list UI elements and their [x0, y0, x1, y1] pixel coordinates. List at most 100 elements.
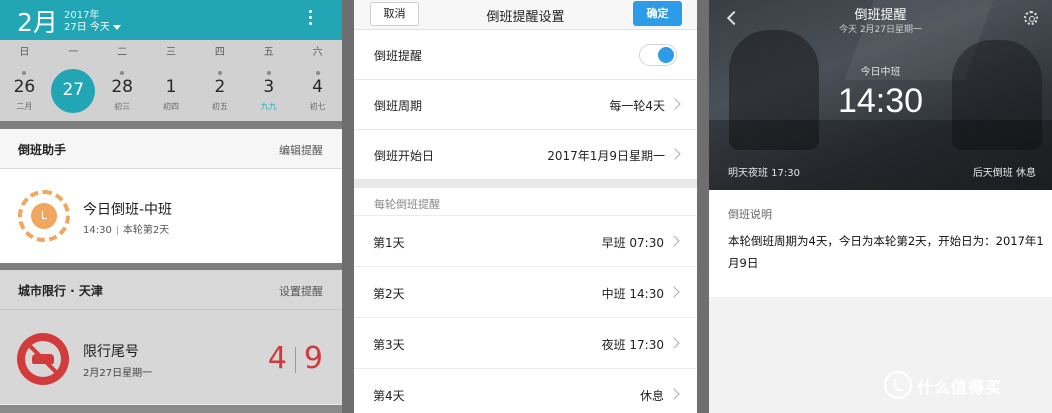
shift-section-title: 倒班助手 [18, 143, 67, 157]
traffic-section-header: 城市限行 · 天津 设置提醒 [0, 270, 342, 310]
toggle-knob [658, 47, 674, 63]
gear-icon[interactable] [1024, 11, 1038, 25]
shift-description-card: 倒班说明 本轮倒班周期为4天，今日为本轮第2天，开始日为：2017年1月9日 [709, 190, 1052, 297]
today-selector[interactable]: 27日 今天 [64, 18, 121, 33]
lunar-label: 初四 [163, 102, 179, 111]
divider [354, 180, 697, 188]
period-label: 倒班周期 [374, 99, 423, 113]
day-label: 第4天 [373, 389, 405, 403]
day-row[interactable]: 第1天 早班 07:30 [354, 216, 697, 267]
day-row[interactable]: 第4天 休息 [354, 369, 697, 413]
chevron-right-icon [668, 235, 680, 247]
description-title: 倒班说明 [728, 208, 772, 221]
date-cell[interactable]: 2 初五 [195, 65, 244, 121]
weekday-label: 六 [312, 47, 323, 58]
date-number: 3 [263, 77, 275, 97]
date-number: 26 [13, 77, 36, 97]
reminder-toggle-row: 倒班提醒 [354, 30, 697, 80]
day-value: 夜班 17:30 [601, 338, 664, 352]
traffic-card-date: 2月27日星期一 [83, 368, 153, 379]
month-title[interactable]: 2月 [17, 3, 58, 39]
edit-reminder-link[interactable]: 编辑提醒 [279, 142, 323, 158]
date-cell[interactable]: 3 九九 [244, 65, 293, 121]
shift-clock-letter: L [31, 203, 57, 229]
settings-navbar: 取消 倒班提醒设置 确定 [354, 0, 697, 30]
plate-number: 9 [303, 341, 323, 376]
date-cell[interactable]: 26 二月 [0, 65, 49, 121]
separator [116, 225, 118, 235]
day-label: 第3天 [373, 338, 405, 352]
event-dot-icon [315, 71, 320, 75]
lunar-label: 九九 [260, 102, 277, 111]
day-label: 第2天 [373, 287, 405, 301]
reminder-toggle[interactable] [639, 44, 677, 66]
start-date-label: 倒班开始日 [374, 149, 435, 163]
day-value: 休息 [639, 389, 664, 403]
day-row[interactable]: 第2天 中班 14:30 [354, 267, 697, 318]
shift-reminder-screen: 倒班提醒 今天 2月27日星期一 今日中班 14:30 明天夜班 17:30 后… [709, 0, 1052, 413]
start-date-value: 2017年1月9日星期一 [547, 149, 665, 163]
shift-clock-icon: L [18, 190, 70, 242]
today-label: 27日 今天 [64, 22, 110, 33]
weekday-label: 四 [214, 47, 225, 58]
date-cell[interactable]: 4 初七 [293, 65, 342, 121]
page-title: 倒班提醒 [854, 8, 907, 23]
day-label: 第1天 [373, 236, 405, 250]
weekday-label: 三 [166, 47, 176, 58]
date-cell[interactable]: 28 初三 [98, 65, 147, 121]
day-after-shift: 后天倒班 休息 [972, 168, 1036, 179]
chevron-right-icon [668, 286, 680, 298]
calendar-screen: 2月 2017年 27日 今天 日 一 二 三 四 五 六 26 二月 27 28… [0, 0, 342, 413]
period-value: 每一轮4天 [609, 99, 665, 113]
weekday-label: 二 [117, 47, 128, 58]
weekday-bar: 日 一 二 三 四 五 六 [0, 40, 342, 65]
set-reminder-link[interactable]: 设置提醒 [279, 283, 323, 299]
event-dot-icon [22, 71, 27, 75]
event-dot-icon [266, 71, 271, 75]
divider [0, 263, 342, 270]
no-car-icon [17, 333, 69, 385]
event-dot-icon [217, 71, 222, 75]
week-date-row: 26 二月 27 28 初三 1 初四 2 初五 3 九九 4 初七 [0, 65, 342, 121]
confirm-button[interactable]: 确定 [633, 1, 682, 26]
lunar-label: 初五 [211, 102, 228, 111]
traffic-card[interactable]: 限行尾号 2月27日星期一 49 [0, 310, 342, 404]
lunar-label: 初三 [114, 102, 131, 111]
day-value: 中班 14:30 [601, 287, 664, 301]
date-number: 1 [165, 77, 177, 97]
traffic-section-title: 城市限行 · 天津 [18, 284, 103, 298]
group-title: 每轮倒班提醒 [374, 198, 440, 211]
date-cell[interactable]: 1 初四 [147, 65, 196, 121]
shift-time-display: 14:30 [837, 82, 924, 120]
shift-card-title: 今日倒班-中班 [83, 202, 173, 218]
shift-settings-screen: 取消 倒班提醒设置 确定 倒班提醒 倒班周期 每一轮4天 倒班开始日 2017年… [354, 0, 697, 413]
date-number: 2 [214, 77, 226, 97]
start-date-row[interactable]: 倒班开始日 2017年1月9日星期一 [354, 130, 697, 180]
shift-section-header: 倒班助手 编辑提醒 [0, 129, 342, 169]
hero-background-photo: 倒班提醒 今天 2月27日星期一 今日中班 14:30 明天夜班 17:30 后… [709, 0, 1052, 190]
divider [0, 121, 342, 129]
day-row[interactable]: 第3天 夜班 17:30 [354, 318, 697, 369]
screenshot-collage: 2月 2017年 27日 今天 日 一 二 三 四 五 六 26 二月 27 28… [0, 0, 1052, 413]
traffic-card-title: 限行尾号 [83, 344, 139, 360]
watermark-logo-icon [884, 371, 912, 399]
shift-card-subtitle: 14:30 本轮第2天 [83, 221, 169, 236]
date-cell-selected[interactable]: 27 [49, 65, 98, 121]
chevron-right-icon [668, 337, 680, 349]
page-subtitle: 今天 2月27日星期一 [838, 25, 923, 35]
watermark-text: 什么值得买 [917, 378, 1003, 397]
today-shift-label: 今日中班 [860, 67, 901, 78]
date-number: 4 [312, 77, 323, 97]
shift-card[interactable]: L 今日倒班-中班 14:30 本轮第2天 [0, 169, 342, 263]
lunar-label: 二月 [16, 102, 33, 111]
chevron-right-icon [668, 388, 680, 400]
weekday-label: 日 [19, 47, 30, 58]
date-number: 28 [111, 77, 133, 97]
more-vertical-icon[interactable] [309, 10, 313, 28]
day-value: 早班 07:30 [601, 236, 664, 250]
separator [294, 346, 296, 373]
restricted-plate-numbers: 49 [268, 341, 323, 376]
period-row[interactable]: 倒班周期 每一轮4天 [354, 80, 697, 130]
weekday-label: 五 [263, 47, 274, 58]
description-body: 本轮倒班周期为4天，今日为本轮第2天，开始日为：2017年1月9日 [728, 234, 1044, 270]
